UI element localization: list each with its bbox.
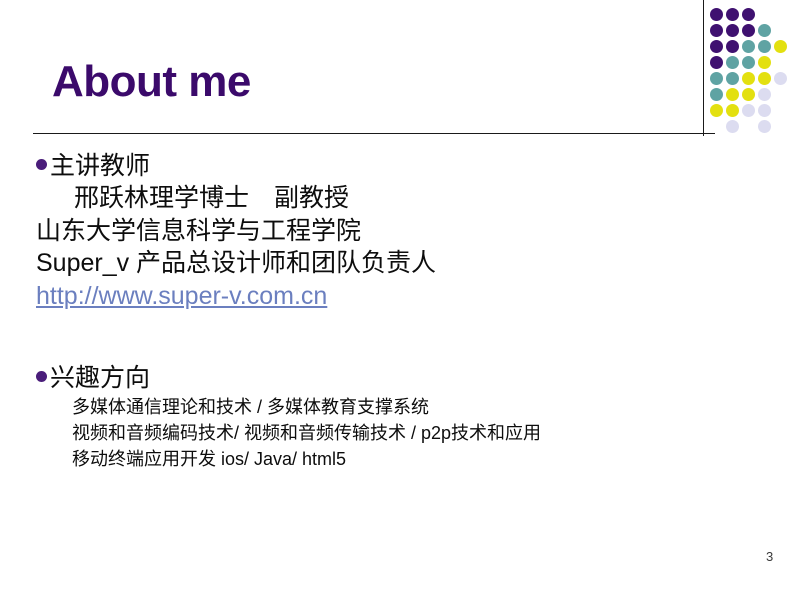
body-line: 山东大学信息科学与工程学院 xyxy=(36,216,362,245)
dot-grid-decoration xyxy=(710,8,800,133)
page-title: About me xyxy=(52,57,251,106)
bullet-dot-icon xyxy=(36,159,47,170)
decor-dot xyxy=(726,88,739,101)
decor-dot xyxy=(710,56,723,69)
decor-dot xyxy=(774,72,787,85)
decor-dot xyxy=(726,56,739,69)
bullet-section: 兴趣方向多媒体通信理论和技术 / 多媒体教育支撑系统视频和音频编码技术/ 视频和… xyxy=(36,362,736,472)
page-number: 3 xyxy=(766,549,774,564)
horizontal-rule xyxy=(33,133,715,134)
bullet-heading: 兴趣方向 xyxy=(36,362,736,394)
decor-dot xyxy=(726,72,739,85)
decor-dot xyxy=(742,40,755,53)
bullet-heading: 主讲教师 xyxy=(36,150,736,182)
body-line: Super_v 产品总设计师和团队负责人 xyxy=(36,249,437,277)
sub-list-item: 多媒体通信理论和技术 / 多媒体教育支撑系统 xyxy=(72,397,430,417)
bullet-section: 主讲教师邢跃林理学博士 副教授山东大学信息科学与工程学院 Super_v 产品总设… xyxy=(36,150,736,312)
slide-canvas: About me 主讲教师邢跃林理学博士 副教授山东大学信息科学与工程学院 Sup… xyxy=(0,0,800,600)
decor-dot xyxy=(758,104,771,117)
bullet-dot-icon xyxy=(36,371,47,382)
decor-dot xyxy=(710,104,723,117)
decor-dot xyxy=(742,8,755,21)
sub-list-item: 视频和音频编码技术/ 视频和音频传输技术 / p2p技术和应用 xyxy=(72,423,542,444)
decor-dot xyxy=(742,104,755,117)
decor-dot xyxy=(758,40,771,53)
decor-dot xyxy=(726,120,739,133)
decor-dot xyxy=(758,24,771,37)
decor-dot xyxy=(710,8,723,21)
decor-dot xyxy=(742,72,755,85)
decor-dot xyxy=(758,56,771,69)
decor-dot xyxy=(758,88,771,101)
decor-dot xyxy=(710,72,723,85)
sub-list-item: 移动终端应用开发 ios/ Java/ html5 xyxy=(72,449,347,470)
decor-dot xyxy=(742,56,755,69)
decor-dot xyxy=(742,24,755,37)
decor-dot xyxy=(774,40,787,53)
decor-dot xyxy=(726,40,739,53)
decor-dot xyxy=(726,24,739,37)
slide-body: 主讲教师邢跃林理学博士 副教授山东大学信息科学与工程学院 Super_v 产品总设… xyxy=(36,150,736,472)
decor-dot xyxy=(710,88,723,101)
bullet-heading-label: 兴趣方向 xyxy=(50,364,151,392)
decor-dot xyxy=(758,120,771,133)
body-line: 邢跃林理学博士 副教授 xyxy=(74,184,350,212)
bullet-heading-label: 主讲教师 xyxy=(50,152,151,180)
decor-dot xyxy=(726,104,739,117)
decor-dot xyxy=(710,24,723,37)
decor-dot xyxy=(742,88,755,101)
vertical-rule xyxy=(703,0,704,136)
decor-dot xyxy=(710,40,723,53)
decor-dot xyxy=(758,72,771,85)
website-link[interactable]: http://www.super-v.com.cn xyxy=(36,280,736,313)
decor-dot xyxy=(726,8,739,21)
